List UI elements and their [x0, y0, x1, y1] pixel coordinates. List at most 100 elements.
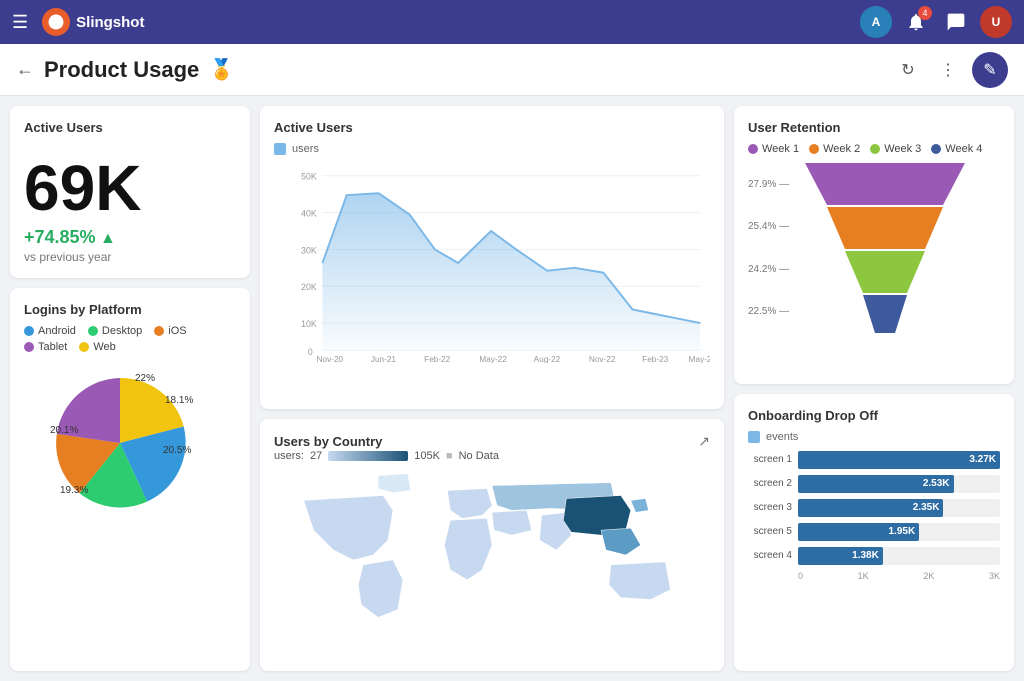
legend-tablet: Tablet — [24, 341, 67, 353]
svg-text:May-22: May-22 — [479, 355, 507, 363]
axis-1k: 1K — [858, 571, 869, 581]
more-options-button[interactable]: ⋮ — [932, 54, 964, 86]
web-label: Web — [93, 341, 115, 353]
chart-legend: users — [274, 143, 710, 155]
svg-text:20K: 20K — [301, 282, 317, 292]
chart-legend-label: users — [292, 143, 319, 155]
range-label: users: — [274, 450, 304, 462]
bar-value-screen5: 1.95K — [889, 526, 916, 537]
bar-label-screen5: screen 5 — [748, 526, 792, 537]
svg-text:May-23: May-23 — [689, 355, 710, 363]
tablet-dot — [24, 342, 34, 352]
pct-1: 27.9% — — [748, 179, 789, 190]
week4-dot — [931, 144, 941, 154]
logins-by-platform-card: Logins by Platform Android Desktop iOS T… — [10, 288, 250, 671]
page-header: ← Product Usage 🏅 ↻ ⋮ ✎ — [0, 44, 1024, 96]
active-users-chart-card: Active Users users 50K 40K 30K 20K 10K 0 — [260, 106, 724, 409]
svg-text:0: 0 — [308, 347, 313, 357]
edit-button[interactable]: ✎ — [972, 52, 1008, 88]
pie-chart: 18.1% 20.5% 19.3% 20.1% 22% — [45, 363, 215, 523]
week1-legend: Week 1 — [748, 143, 799, 155]
bar-row-screen4: screen 4 1.38K — [748, 547, 1000, 565]
svg-text:10K: 10K — [301, 319, 317, 329]
pct-2: 25.4% — — [748, 221, 789, 232]
profile-icon-btn[interactable]: A — [860, 6, 892, 38]
country-title: Users by Country — [274, 434, 382, 449]
active-users-kpi-card: Active Users 69K +74.85% ▲ vs previous y… — [10, 106, 250, 278]
bar-fill-screen5: 1.95K — [798, 523, 919, 541]
left-column: Active Users 69K +74.85% ▲ vs previous y… — [10, 106, 250, 671]
funnel-pct-labels: 27.9% — 25.4% — 24.2% — 22.5% — — [748, 163, 789, 333]
refresh-button[interactable]: ↻ — [892, 54, 924, 86]
svg-text:18.1%: 18.1% — [165, 395, 193, 406]
logo-icon — [42, 8, 70, 36]
svg-text:Aug-22: Aug-22 — [534, 355, 561, 363]
color-gradient — [328, 451, 408, 461]
legend-ios: iOS — [154, 325, 186, 337]
onboarding-legend-box — [748, 431, 760, 443]
axis-0: 0 — [798, 571, 803, 581]
user-avatar[interactable]: U — [980, 6, 1012, 38]
svg-text:19.3%: 19.3% — [60, 485, 88, 496]
chart-legend-box — [274, 143, 286, 155]
svg-text:22%: 22% — [135, 373, 155, 384]
desktop-dot — [88, 326, 98, 336]
platform-legend: Android Desktop iOS Tablet Web — [24, 325, 236, 353]
bar-value-screen2: 2.53K — [923, 478, 950, 489]
bar-label-screen1: screen 1 — [748, 454, 792, 465]
svg-text:Feb-23: Feb-23 — [642, 355, 668, 363]
bar-row-screen5: screen 5 1.95K — [748, 523, 1000, 541]
users-by-country-card: Users by Country ↗ users: 27 105K ■ No D… — [260, 419, 724, 671]
onboarding-title: Onboarding Drop Off — [748, 408, 1000, 423]
legend-web: Web — [79, 341, 115, 353]
title-badge: 🏅 — [209, 57, 234, 82]
svg-text:30K: 30K — [301, 245, 317, 255]
bar-fill-screen3: 2.35K — [798, 499, 943, 517]
page-title: Product Usage — [44, 57, 199, 83]
week2-dot — [809, 144, 819, 154]
svg-text:Nov-20: Nov-20 — [317, 355, 344, 363]
platform-title: Logins by Platform — [24, 302, 236, 317]
week1-label: Week 1 — [762, 143, 799, 155]
no-data-box: ■ — [446, 450, 453, 462]
axis-3k: 3K — [989, 571, 1000, 581]
bar-label-screen2: screen 2 — [748, 478, 792, 489]
tablet-label: Tablet — [38, 341, 67, 353]
svg-text:50K: 50K — [301, 172, 317, 182]
week2-legend: Week 2 — [809, 143, 860, 155]
hamburger-icon[interactable]: ☰ — [12, 12, 28, 33]
bar-fill-screen1: 3.27K — [798, 451, 1000, 469]
bar-chart-container: screen 1 3.27K screen 2 2.53K — [748, 451, 1000, 581]
bar-row-screen2: screen 2 2.53K — [748, 475, 1000, 493]
pie-chart-container: 18.1% 20.5% 19.3% 20.1% 22% — [24, 363, 236, 523]
notification-badge: 4 — [918, 6, 932, 20]
country-card-header: Users by Country ↗ — [274, 433, 710, 450]
kpi-change: +74.85% ▲ — [24, 227, 236, 248]
bar-fill-screen4: 1.38K — [798, 547, 883, 565]
map-container — [274, 470, 710, 630]
bar-fill-screen2: 2.53K — [798, 475, 954, 493]
week2-label: Week 2 — [823, 143, 860, 155]
back-button[interactable]: ← — [16, 59, 34, 80]
chat-btn[interactable] — [940, 6, 972, 38]
bar-track-screen1: 3.27K — [798, 451, 1000, 469]
expand-icon[interactable]: ↗ — [698, 433, 710, 450]
bar-label-screen4: screen 4 — [748, 550, 792, 561]
funnel-svg — [795, 163, 975, 333]
pct-4: 22.5% — — [748, 306, 789, 317]
web-dot — [79, 342, 89, 352]
onboarding-legend-label: events — [766, 431, 798, 443]
onboarding-legend: events — [748, 431, 1000, 443]
svg-text:20.5%: 20.5% — [163, 445, 191, 456]
line-chart-container: 50K 40K 30K 20K 10K 0 — [274, 163, 710, 368]
funnel-legend: Week 1 Week 2 Week 3 Week 4 — [748, 143, 1000, 155]
bar-track-screen5: 1.95K — [798, 523, 1000, 541]
retention-title: User Retention — [748, 120, 1000, 135]
bar-value-screen4: 1.38K — [852, 550, 879, 561]
active-users-chart-title: Active Users — [274, 120, 710, 135]
svg-text:20.1%: 20.1% — [50, 425, 78, 436]
week4-label: Week 4 — [945, 143, 982, 155]
range-min: 27 — [310, 450, 322, 462]
bar-axis: 0 1K 2K 3K — [748, 571, 1000, 581]
notification-btn[interactable]: 4 — [900, 6, 932, 38]
